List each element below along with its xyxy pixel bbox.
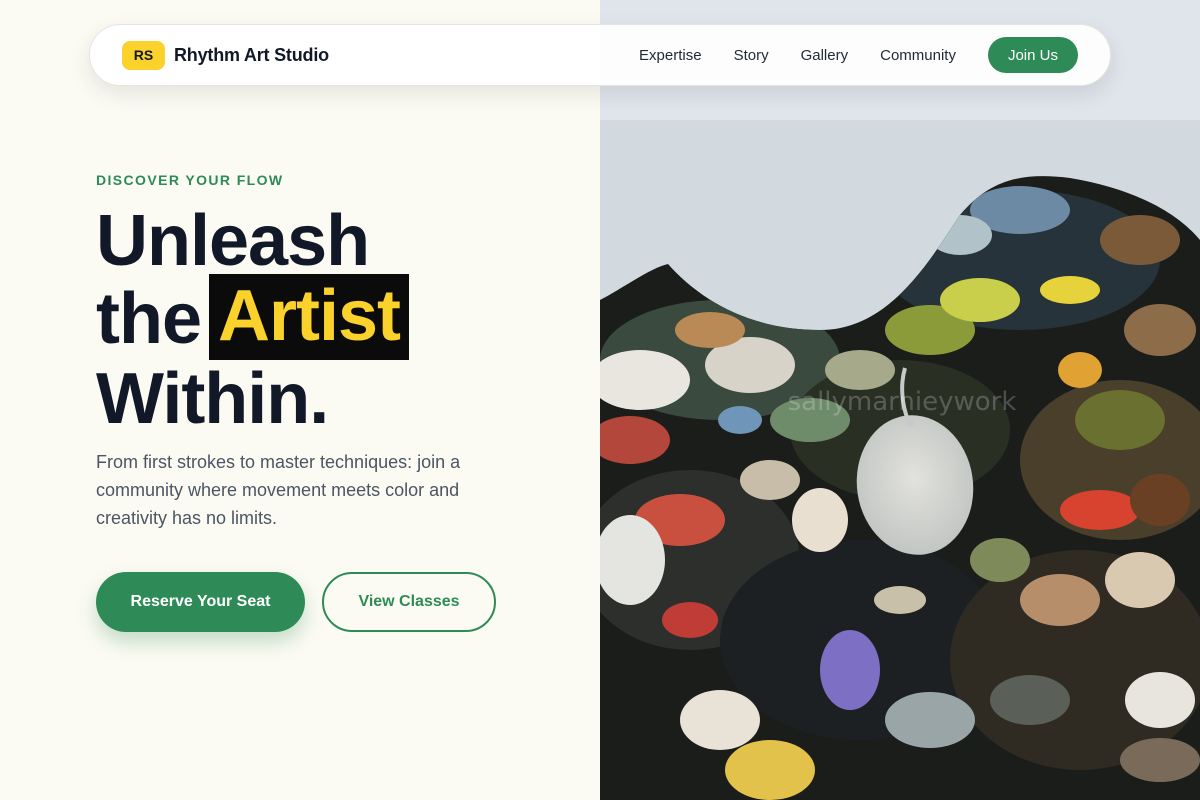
top-navbar: RS Rhythm Art Studio Expertise Story Gal… <box>89 24 1111 86</box>
hero-eyebrow: DISCOVER YOUR FLOW <box>96 172 284 188</box>
headline-line-2-prefix: the <box>96 279 202 359</box>
headline-line-3: Within. <box>96 359 329 439</box>
image-watermark: sallymarnieywork <box>788 387 1017 417</box>
headline-line-1: Unleash <box>96 201 370 281</box>
brand-logo-badge[interactable]: RS <box>122 40 165 70</box>
hero-headline: Unleash the Artist Within. <box>96 201 410 439</box>
nav-link-gallery[interactable]: Gallery <box>801 47 849 64</box>
brand[interactable]: RS Rhythm Art Studio <box>122 40 329 70</box>
headline-line-2: the Artist <box>96 274 410 363</box>
nav-link-story[interactable]: Story <box>734 47 769 64</box>
hero-cta-row: Reserve Your Seat View Classes <box>96 572 496 632</box>
nav-link-community[interactable]: Community <box>880 47 956 64</box>
view-classes-button[interactable]: View Classes <box>322 572 496 632</box>
hero-subtitle: From first strokes to master techniques:… <box>96 452 461 528</box>
reserve-seat-button[interactable]: Reserve Your Seat <box>96 572 305 632</box>
nav-links: Expertise Story Gallery Community Join U… <box>639 37 1078 73</box>
brand-name[interactable]: Rhythm Art Studio <box>174 45 329 66</box>
join-us-button[interactable]: Join Us <box>987 37 1078 73</box>
nav-link-expertise[interactable]: Expertise <box>639 47 702 64</box>
hero-image-palette: sallymarnieywork <box>600 0 1200 800</box>
headline-highlight: Artist <box>209 274 410 360</box>
